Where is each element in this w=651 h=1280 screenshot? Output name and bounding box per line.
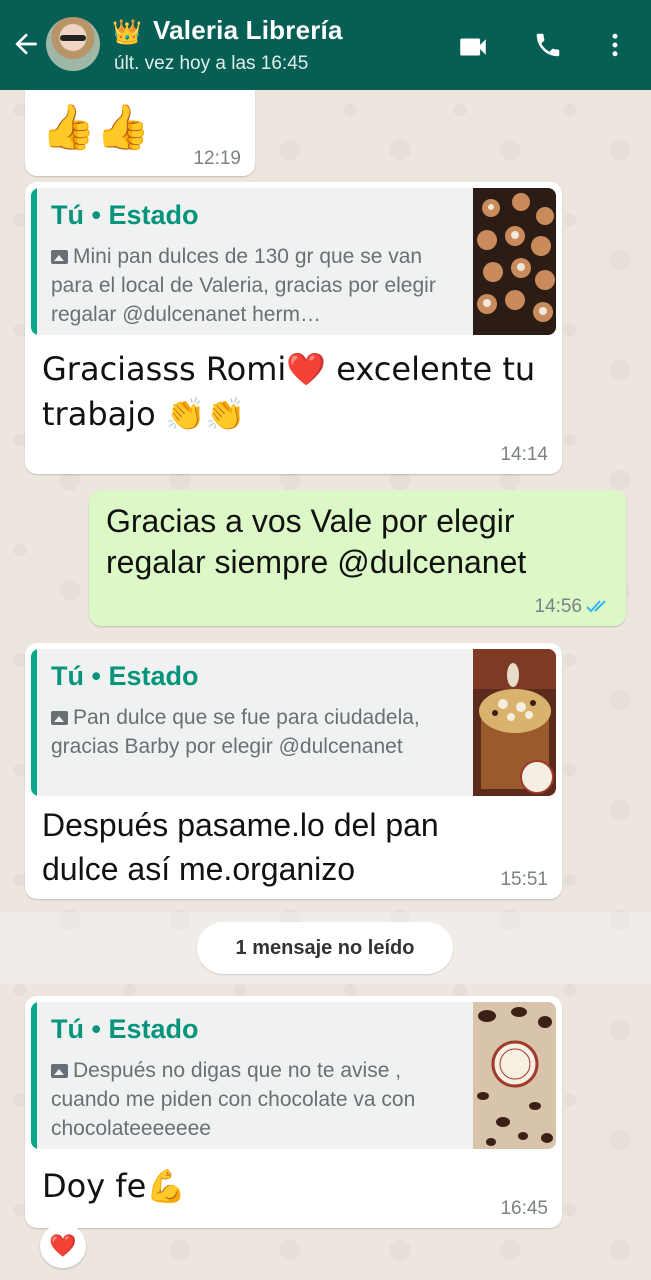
status-reply-quote[interactable]: Tú • Estado Pan dulce que se fue para ci… xyxy=(31,649,556,796)
video-call-icon[interactable] xyxy=(456,30,490,64)
image-icon xyxy=(51,1064,68,1078)
message-bubble-outgoing[interactable]: Gracias a vos Vale por elegir regalar si… xyxy=(89,490,626,626)
status-thumbnail-image xyxy=(473,188,556,335)
message-time: 12:19 xyxy=(193,148,241,169)
message-text: Gracias a vos Vale por elegir regalar si… xyxy=(106,503,527,580)
heart-reaction-icon: ❤️ xyxy=(49,1234,77,1259)
quote-text: Mini pan dulces de 130 gr que se van par… xyxy=(51,245,436,326)
message-text: Graciasss Romi❤️ excelente tu trabajo 👏👏 xyxy=(42,350,536,433)
quote-text: Pan dulce que se fue para ciudadela, gra… xyxy=(51,706,420,758)
message-reaction[interactable]: ❤️ xyxy=(40,1224,86,1268)
status-thumbnail-image xyxy=(473,649,556,796)
unread-messages-divider: 1 mensaje no leído xyxy=(197,922,453,974)
quote-author: Tú • Estado xyxy=(51,661,199,691)
message-bubble-incoming[interactable]: 👍👍 12:19 xyxy=(25,76,255,176)
message-bubble-incoming[interactable]: Tú • Estado Mini pan dulces de 130 gr qu… xyxy=(25,182,562,474)
avatar[interactable] xyxy=(46,17,100,71)
status-reply-quote[interactable]: Tú • Estado Después no digas que no te a… xyxy=(31,1002,556,1149)
quote-text: Después no digas que no te avise , cuand… xyxy=(51,1059,416,1140)
message-time: 14:14 xyxy=(500,444,548,465)
crown-icon: 👑 xyxy=(112,18,142,46)
read-receipt-icon xyxy=(586,600,606,613)
quote-author: Tú • Estado xyxy=(51,200,199,230)
image-icon xyxy=(51,711,68,725)
message-text: Después pasame.lo del pan dulce así me.o… xyxy=(42,807,439,887)
contact-name[interactable]: Valeria Librería xyxy=(153,15,343,46)
last-seen-status: últ. vez hoy a las 16:45 xyxy=(114,53,309,74)
message-text: 👍👍 xyxy=(41,102,151,153)
message-time: 14:56 xyxy=(534,596,582,617)
quote-author: Tú • Estado xyxy=(51,1014,199,1044)
more-vert-icon[interactable] xyxy=(600,30,630,60)
image-icon xyxy=(51,250,68,264)
chat-header: 👑 Valeria Librería últ. vez hoy a las 16… xyxy=(0,0,651,90)
status-thumbnail-image xyxy=(473,1002,556,1149)
message-time: 15:51 xyxy=(500,869,548,890)
status-reply-quote[interactable]: Tú • Estado Mini pan dulces de 130 gr qu… xyxy=(31,188,556,335)
back-arrow-icon[interactable] xyxy=(10,28,42,60)
message-bubble-incoming[interactable]: Tú • Estado Después no digas que no te a… xyxy=(25,996,562,1228)
message-time: 16:45 xyxy=(500,1198,548,1219)
message-text: Doy fe💪 xyxy=(42,1167,187,1205)
phone-icon[interactable] xyxy=(533,30,563,60)
message-bubble-incoming[interactable]: Tú • Estado Pan dulce que se fue para ci… xyxy=(25,643,562,899)
